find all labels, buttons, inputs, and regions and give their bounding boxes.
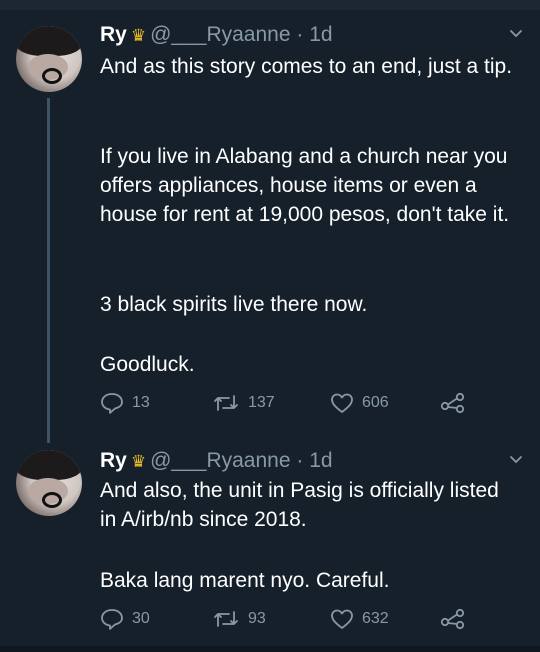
separator: · [296, 449, 304, 472]
tweet-actions: 13 137 606 [100, 392, 520, 420]
tweet-paragraph: And also, the unit in Pasig is officiall… [100, 479, 499, 531]
timestamp[interactable]: 1d [309, 23, 332, 46]
tweet-header: Ry ♛ @___Ryaanne · 1d [100, 448, 333, 475]
like-button[interactable]: 606 [330, 392, 389, 414]
chevron-down-icon[interactable] [508, 452, 524, 468]
share-icon [440, 608, 465, 630]
chevron-down-icon[interactable] [508, 26, 524, 42]
like-count: 606 [362, 394, 389, 411]
retweet-count: 137 [248, 394, 275, 411]
avatar[interactable] [16, 450, 82, 516]
avatar[interactable] [16, 26, 82, 92]
heart-icon [331, 393, 353, 413]
tweet-paragraph: Baka lang marent nyo. Careful. [100, 569, 390, 592]
tweet[interactable]: Ry ♛ @___Ryaanne · 1d And also, the unit i… [0, 446, 540, 646]
tweet-text: And also, the unit in Pasig is officiall… [100, 476, 520, 534]
retweet-button[interactable]: 137 [212, 392, 275, 414]
tweet-text: Goodluck. [100, 350, 520, 379]
user-handle[interactable]: @___Ryaanne [150, 23, 290, 46]
tweet-text: 3 black spirits live there now. [100, 290, 520, 319]
tweet-header: Ry ♛ @___Ryaanne · 1d [100, 22, 333, 49]
display-name[interactable]: Ry [100, 449, 127, 472]
tweet-text: Baka lang marent nyo. Careful. [100, 566, 520, 595]
heart-icon [331, 609, 353, 629]
thread-line [47, 98, 50, 443]
reply-icon [101, 393, 123, 414]
tweet-paragraph: 3 black spirits live there now. [100, 293, 368, 316]
separator: · [296, 23, 304, 46]
timestamp[interactable]: 1d [309, 449, 332, 472]
tweet-text: And as this story comes to an end, just … [100, 52, 520, 81]
like-count: 632 [362, 610, 389, 627]
reply-button[interactable]: 13 [100, 392, 150, 414]
tweet[interactable]: Ry ♛ @___Ryaanne · 1d And as this story co… [0, 14, 540, 443]
crown-icon: ♛ [130, 452, 147, 471]
reply-button[interactable]: 30 [100, 608, 150, 630]
share-button[interactable] [440, 608, 466, 630]
reply-count: 13 [132, 394, 150, 411]
tweet-paragraph: And as this story comes to an end, just … [100, 55, 513, 78]
share-button[interactable] [440, 392, 466, 414]
tweet-paragraph: Goodluck. [100, 353, 195, 376]
retweet-icon [214, 611, 238, 627]
tweet-paragraph: If you live in Alabang and a church near… [100, 145, 510, 226]
crown-icon: ♛ [130, 26, 147, 45]
like-button[interactable]: 632 [330, 608, 389, 630]
retweet-button[interactable]: 93 [212, 608, 266, 630]
reply-icon [101, 609, 123, 630]
share-icon [440, 392, 465, 414]
bottom-divider [0, 646, 540, 652]
retweet-icon [214, 395, 238, 411]
tweet-text: If you live in Alabang and a church near… [100, 142, 520, 229]
tweet-actions: 30 93 632 [100, 608, 520, 636]
top-divider [0, 0, 540, 10]
display-name[interactable]: Ry [100, 23, 127, 46]
reply-count: 30 [132, 610, 150, 627]
user-handle[interactable]: @___Ryaanne [150, 449, 290, 472]
retweet-count: 93 [248, 610, 266, 627]
